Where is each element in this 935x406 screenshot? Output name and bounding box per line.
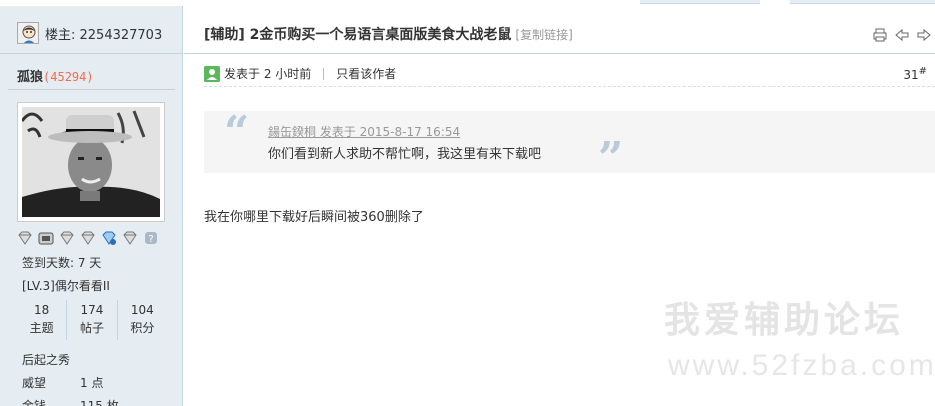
floor-number[interactable]: 31# [903, 66, 927, 82]
thread-title-text: [辅助] 2金币购买一个易语言桌面版美食大战老鼠 [204, 27, 512, 43]
quote-text: 你们看到新人求助不帮忙啊，我这里有来下载吧 [268, 147, 542, 162]
post-time: 发表于 2 小时前 [224, 67, 312, 81]
prev-thread-icon[interactable] [895, 28, 909, 42]
watermark-url: www.52fzba.com [668, 349, 935, 382]
medal-list: ? [17, 230, 159, 248]
quote-block: “ 鍚缶鍨桐 发表于 2015-8-17 16:54 你们看到新人求助不帮忙啊，… [204, 107, 935, 181]
stat-label: 主题 [29, 321, 54, 335]
user-avatar[interactable] [17, 102, 165, 222]
close-quote-icon: ” [598, 133, 624, 184]
diamond-medal-icon[interactable] [122, 230, 138, 246]
diamond-medal-icon[interactable] [59, 230, 75, 246]
open-quote-icon: “ [224, 107, 250, 158]
floor-sup: # [918, 66, 927, 77]
username-row: 孤狼(45294) [17, 66, 94, 85]
divider [8, 89, 175, 90]
thread-title: [辅助] 2金币购买一个易语言桌面版美食大战老鼠 [复制链接] [204, 24, 573, 44]
user-uid: (45294) [43, 70, 94, 84]
next-thread-icon[interactable] [917, 28, 931, 42]
stat-value: 18 [34, 303, 50, 317]
diamond-medal-icon[interactable] [17, 230, 33, 246]
meta-divider [323, 67, 325, 80]
op-label[interactable]: 楼主: 2254327703 [45, 24, 162, 43]
user-rank: 后起之秀 [22, 353, 71, 367]
quote-author-link[interactable]: 鍚缶鍨桐 发表于 2015-8-17 16:54 [268, 123, 460, 140]
stat-points[interactable]: 104 积分 [116, 300, 167, 340]
user-stats: 18 主题 174 帖子 104 积分 [17, 300, 167, 340]
floor-value: 31 [903, 68, 919, 82]
only-author-link[interactable]: 只看该作者 [336, 65, 396, 82]
thread-title-row: [辅助] 2金币购买一个易语言桌面版美食大战老鼠 [复制链接] [184, 14, 935, 54]
attr-prestige: 威望 1 点 [22, 374, 103, 391]
diamond-medal-icon[interactable] [80, 230, 96, 246]
watermark-logo-text: 我爱辅助论坛 [664, 300, 905, 341]
post-content: 我在你哪里下载好后瞬间被360删除了 [204, 210, 424, 225]
attr-value: 1 点 [80, 376, 104, 390]
help-medal-icon[interactable]: ? [143, 230, 159, 246]
avatar-photo [22, 107, 160, 217]
op-avatar-icon[interactable] [17, 22, 39, 44]
stat-value: 104 [130, 303, 154, 317]
attr-label: 金钱 [22, 399, 47, 406]
attr-value: 115 枚 [80, 399, 119, 406]
stat-topics[interactable]: 18 主题 [17, 300, 66, 340]
stat-value: 174 [80, 303, 104, 317]
title-toolbar [873, 28, 931, 42]
user-level[interactable]: [LV.3]偶尔看看II [22, 277, 110, 294]
sign-days: 签到天数: 7 天 [22, 256, 102, 270]
attr-money: 金钱 115 枚 [22, 397, 119, 406]
username-link[interactable]: 孤狼 [17, 70, 43, 85]
op-row: 楼主: 2254327703 [0, 14, 183, 54]
stat-posts[interactable]: 174 帖子 [66, 300, 116, 340]
top-tab-block [640, 0, 760, 4]
meta-divider-line [204, 86, 935, 87]
top-tab-block [790, 0, 935, 4]
copy-link-button[interactable]: [复制链接] [515, 28, 572, 42]
blue-diamond-medal-icon[interactable] [101, 230, 117, 246]
user-sidebar: 楼主: 2254327703 孤狼(45294) ? 签到天数: 7 天 [LV… [0, 6, 183, 406]
attr-label: 威望 [22, 376, 47, 390]
post-main: [辅助] 2金币购买一个易语言桌面版美食大战老鼠 [复制链接] 发表于 2 小时前… [184, 6, 935, 406]
online-status-icon [204, 65, 220, 82]
shield-medal-icon[interactable] [38, 230, 54, 246]
post-meta: 发表于 2 小时前 只看该作者 [204, 65, 396, 82]
stat-label: 积分 [130, 321, 155, 335]
print-icon[interactable] [873, 28, 887, 42]
svg-text:?: ? [148, 234, 153, 245]
stat-label: 帖子 [79, 321, 104, 335]
